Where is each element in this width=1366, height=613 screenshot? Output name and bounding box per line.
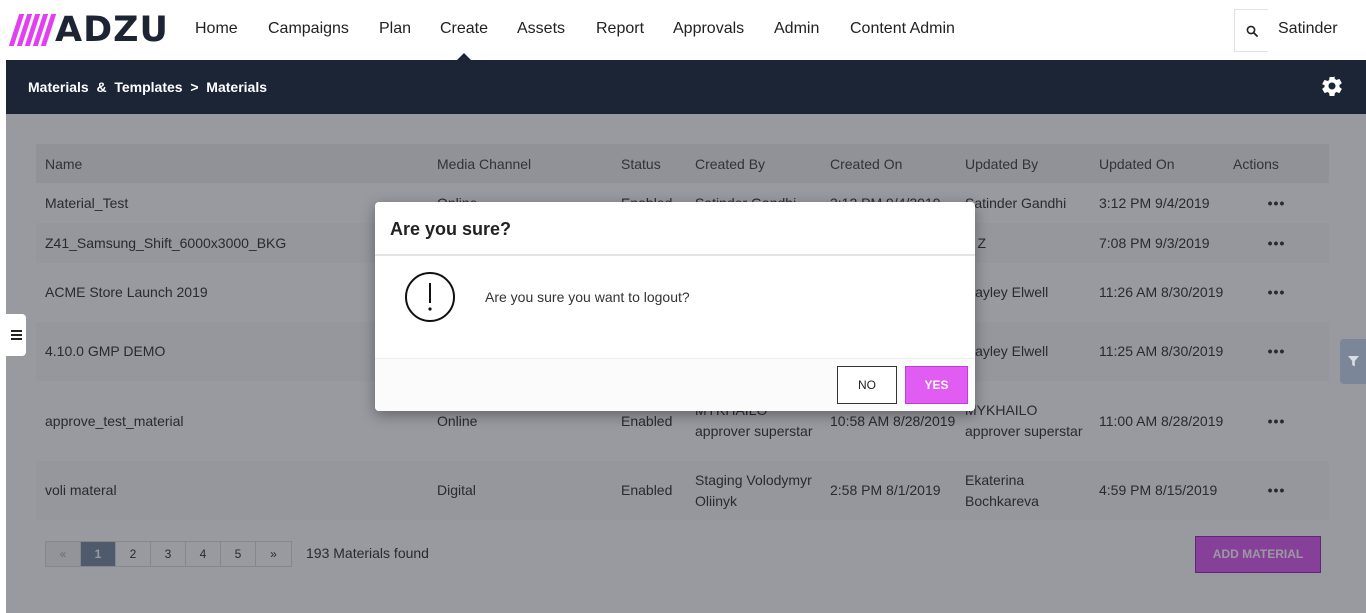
dialog-divider [375, 254, 975, 256]
nav-approvals[interactable]: Approvals [673, 19, 744, 39]
logo-mark [8, 14, 57, 46]
no-button[interactable]: NO [837, 366, 897, 404]
nav-content-admin[interactable]: Content Admin [850, 19, 955, 39]
active-nav-indicator [457, 53, 471, 60]
sidebar-toggle[interactable] [6, 314, 26, 356]
filter-icon [1347, 356, 1359, 367]
logout-confirm-dialog: Are you sure? Are you sure you want to l… [375, 202, 975, 411]
nav-home[interactable]: Home [195, 19, 238, 39]
nav-create[interactable]: Create [440, 19, 488, 39]
dialog-message: Are you sure you want to logout? [485, 289, 690, 305]
warning-icon [405, 272, 455, 322]
nav-campaigns[interactable]: Campaigns [268, 19, 349, 39]
yes-button[interactable]: YES [905, 366, 968, 404]
top-navigation: ADZU Home Campaigns Plan Create Assets R… [0, 0, 1366, 60]
search-button[interactable] [1234, 9, 1268, 52]
nav-assets[interactable]: Assets [517, 19, 565, 39]
menu-icon [10, 330, 22, 340]
breadcrumb[interactable]: Materials & Templates > Materials [28, 78, 267, 96]
filter-panel-toggle[interactable] [1340, 339, 1366, 384]
user-menu[interactable]: Satinder [1278, 19, 1338, 39]
nav-report[interactable]: Report [596, 19, 644, 39]
logo-text: ADZU [55, 10, 169, 50]
page-header: Materials & Templates > Materials [6, 60, 1366, 114]
gear-icon[interactable] [1320, 74, 1344, 98]
search-icon [1246, 25, 1258, 37]
dialog-title: Are you sure? [390, 219, 512, 239]
nav-plan[interactable]: Plan [379, 19, 411, 39]
adzu-logo[interactable]: ADZU [8, 10, 169, 50]
nav-admin[interactable]: Admin [774, 19, 819, 39]
